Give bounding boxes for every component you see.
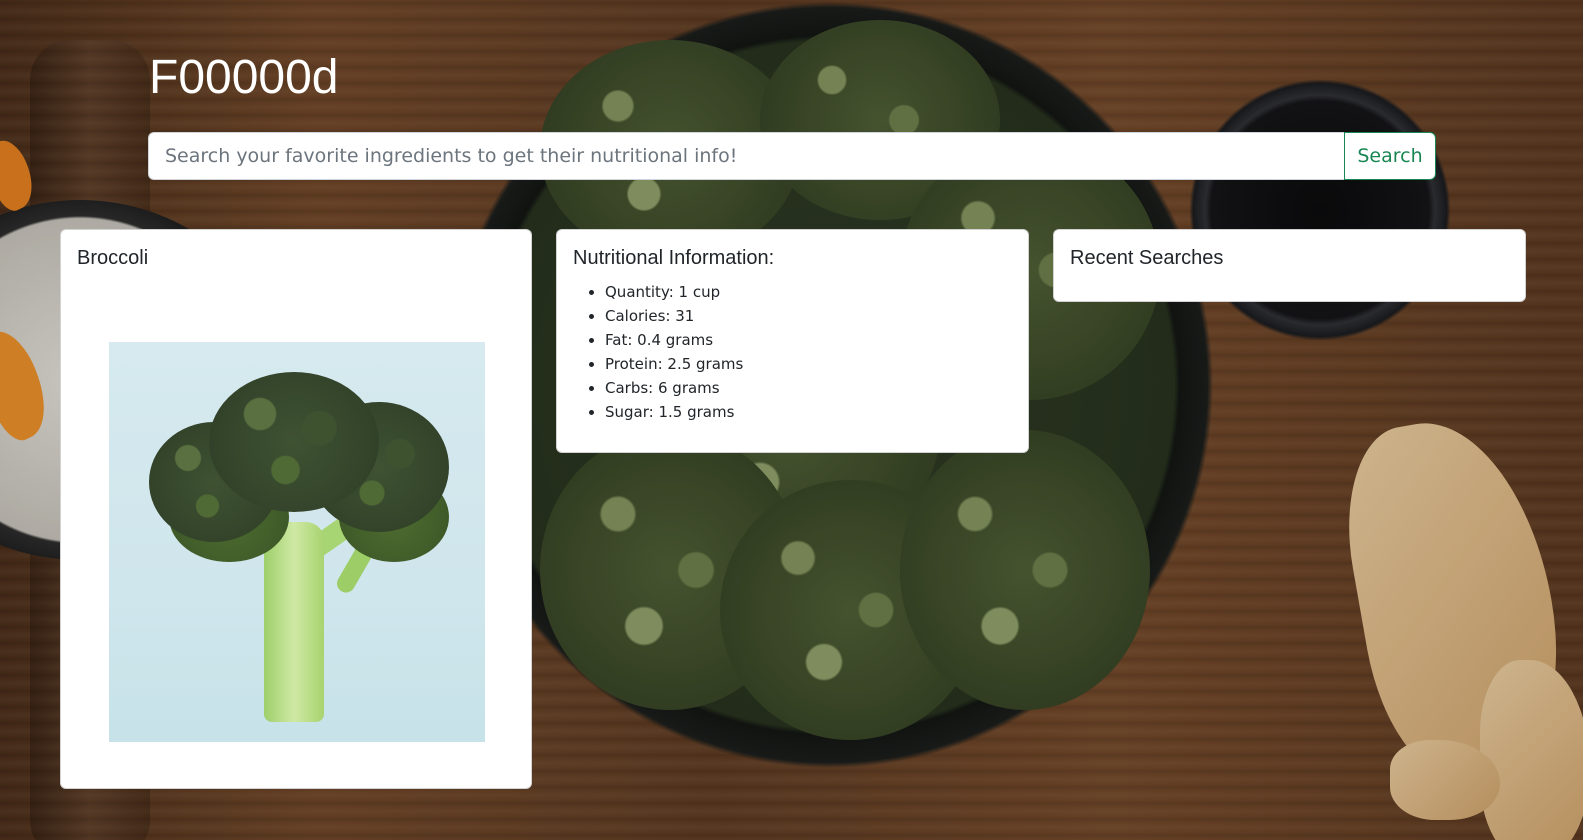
nutrition-list: Quantity: 1 cup Calories: 31 Fat: 0.4 gr… xyxy=(573,280,743,424)
list-item: Protein: 2.5 grams xyxy=(605,352,743,376)
list-item: Carbs: 6 grams xyxy=(605,376,743,400)
ingredient-image xyxy=(109,342,485,742)
list-item: Fat: 0.4 grams xyxy=(605,328,743,352)
ingredient-title: Broccoli xyxy=(77,247,149,269)
ingredient-card: Broccoli xyxy=(60,229,532,789)
brand-title: F00000d xyxy=(149,51,339,104)
search-bar: Search xyxy=(148,132,1436,180)
search-button[interactable]: Search xyxy=(1344,132,1436,180)
list-item: Sugar: 1.5 grams xyxy=(605,400,743,424)
search-input[interactable] xyxy=(148,132,1344,180)
list-item: Calories: 31 xyxy=(605,304,743,328)
nutrition-card: Nutritional Information: Quantity: 1 cup… xyxy=(556,229,1029,453)
list-item: Quantity: 1 cup xyxy=(605,280,743,304)
recent-searches-title: Recent Searches xyxy=(1070,247,1224,269)
recent-searches-card: Recent Searches xyxy=(1053,229,1526,302)
nutrition-title: Nutritional Information: xyxy=(573,247,775,269)
